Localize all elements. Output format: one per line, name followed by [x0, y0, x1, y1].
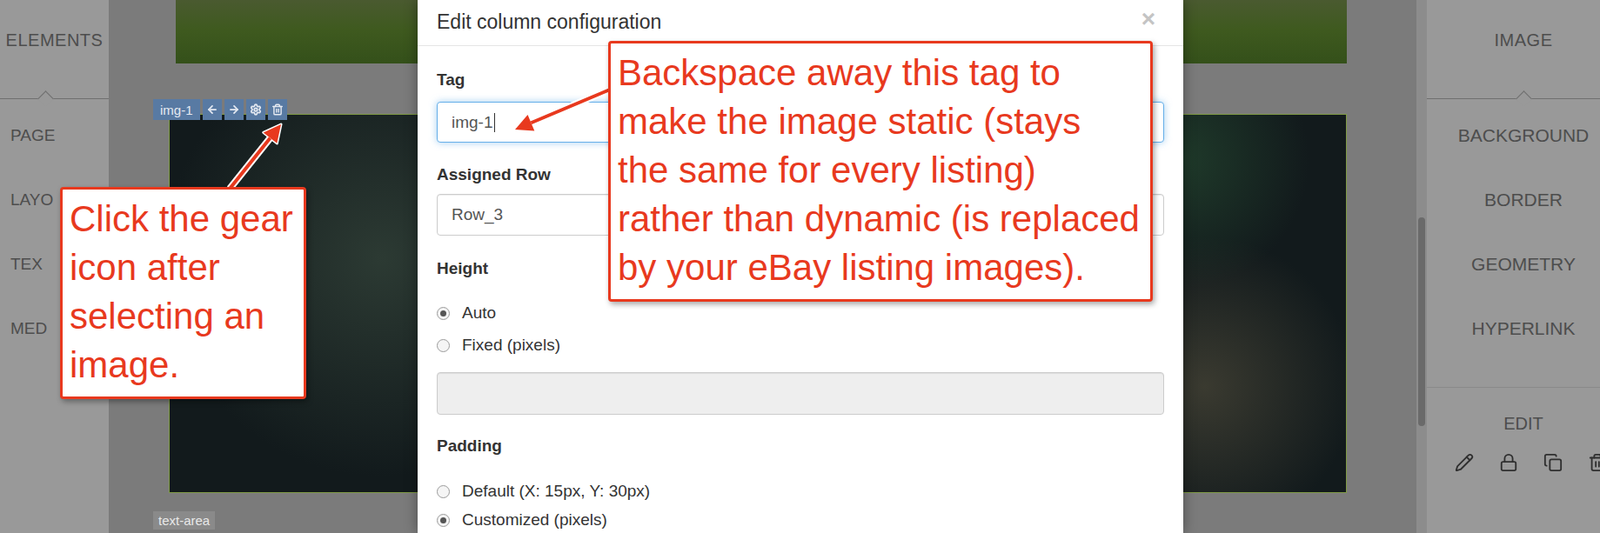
- elements-title[interactable]: ELEMENTS: [6, 30, 104, 51]
- callout-line: rather than dynamic (is replaced: [617, 194, 1140, 244]
- arrow-right-icon: [227, 103, 241, 116]
- arrow-left-icon: [206, 103, 219, 116]
- radio-button[interactable]: [436, 485, 450, 499]
- text-caret: [494, 113, 496, 133]
- padding-label: Padding: [436, 435, 1165, 457]
- image-title[interactable]: IMAGE: [1494, 30, 1554, 51]
- lock-icon[interactable]: [1499, 453, 1519, 473]
- edit-section: EDIT: [1426, 387, 1600, 473]
- dialog-title: Edit column configuration: [436, 8, 662, 35]
- gear-arrow: [229, 124, 282, 189]
- gear-callout: Click the gearicon afterselecting animag…: [60, 187, 307, 400]
- copy-icon[interactable]: [1543, 453, 1563, 473]
- callout-line: by your eBay listing images).: [617, 243, 1140, 293]
- callout-line: Backspace away this tag to: [617, 48, 1140, 98]
- pencil-icon[interactable]: [1454, 453, 1474, 473]
- scrollbar: [1416, 0, 1427, 533]
- image-item[interactable]: GEOMETRY: [1426, 232, 1600, 297]
- elements-header: ELEMENTS: [0, 0, 109, 100]
- edit-icons: [1440, 453, 1600, 473]
- image-item[interactable]: BORDER: [1426, 167, 1600, 233]
- callout-line: image.: [69, 341, 294, 390]
- padding-option[interactable]: Default (X: 15px, Y: 30px): [436, 478, 1165, 505]
- padding-option[interactable]: Customized (pixels): [436, 507, 1165, 533]
- elements-item[interactable]: PAGE: [0, 103, 109, 168]
- edit-label: EDIT: [1503, 414, 1544, 435]
- delete-button[interactable]: [267, 99, 288, 121]
- callout-line: the same for every listing): [617, 146, 1140, 195]
- height-input: [436, 372, 1165, 416]
- element-toolbar: img-1: [153, 99, 288, 121]
- image-item[interactable]: HYPERLINK: [1426, 296, 1600, 362]
- height-option[interactable]: Fixed (pixels): [436, 332, 1165, 359]
- trash-icon[interactable]: [1587, 453, 1600, 473]
- callout-line: selecting an: [69, 292, 294, 342]
- radio-button[interactable]: [436, 514, 450, 528]
- callout-line: make the image static (stays: [617, 97, 1140, 147]
- text-area-badge[interactable]: text-area: [153, 511, 215, 530]
- image-item[interactable]: BACKGROUND: [1426, 103, 1600, 168]
- height-option[interactable]: Auto: [436, 300, 1165, 327]
- image-panel: IMAGE BACKGROUNDBORDERGEOMETRYHYPERLINK ED…: [1426, 0, 1600, 533]
- move-left-button[interactable]: [202, 99, 222, 121]
- gear-icon: [249, 103, 262, 116]
- move-right-button[interactable]: [224, 99, 244, 121]
- dialog-header: Edit column configuration ×: [417, 0, 1184, 47]
- settings-button[interactable]: [246, 99, 266, 121]
- editor-page: ELEMENTSPAGELAYOTEXMEDimg-1text-areaIMAG…: [0, 0, 1600, 533]
- tag-arrow: [515, 89, 610, 131]
- image-header: IMAGE: [1426, 0, 1600, 100]
- tag-callout: Backspace away this tag tomake the image…: [608, 40, 1153, 302]
- image-list: BACKGROUNDBORDERGEOMETRYHYPERLINK: [1426, 99, 1600, 362]
- radio-button[interactable]: [436, 307, 450, 321]
- element-tag: img-1: [153, 99, 201, 121]
- trash-icon: [271, 103, 284, 116]
- scroll-thumb[interactable]: [1418, 217, 1426, 427]
- callout-line: Click the gear: [69, 194, 294, 244]
- close-button[interactable]: ×: [1141, 8, 1165, 30]
- callout-line: icon after: [69, 243, 294, 293]
- radio-button[interactable]: [436, 339, 450, 353]
